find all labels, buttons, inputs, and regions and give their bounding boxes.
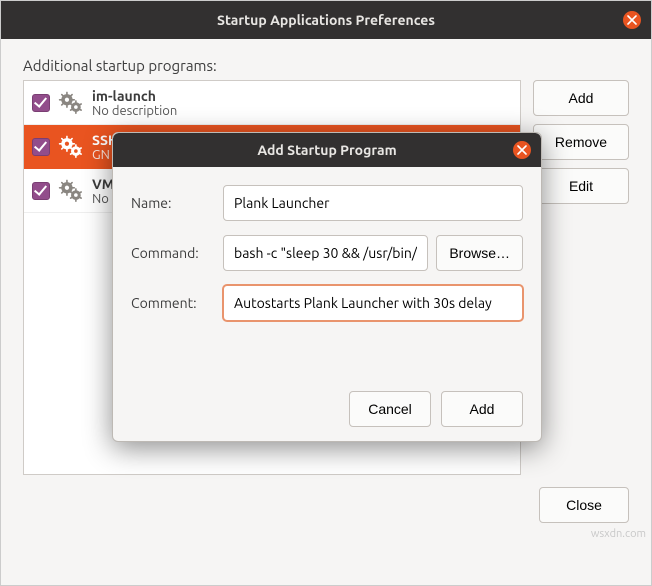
command-label: Command: [131, 245, 215, 261]
item-title: im-launch [92, 88, 177, 104]
remove-button[interactable]: Remove [533, 124, 629, 160]
gears-icon [58, 90, 84, 116]
side-buttons: Add Remove Edit [533, 80, 629, 475]
add-dialog: Add Startup Program Name: Command: Brows… [112, 132, 542, 442]
checkbox[interactable] [32, 182, 50, 200]
dialog-title: Add Startup Program [257, 142, 396, 158]
name-label: Name: [131, 195, 215, 211]
cancel-button[interactable]: Cancel [349, 391, 431, 427]
command-field[interactable] [223, 235, 428, 271]
section-label: Additional startup programs: [23, 57, 629, 74]
main-titlebar: Startup Applications Preferences [1, 1, 651, 39]
dialog-titlebar: Add Startup Program [113, 133, 541, 167]
name-field[interactable] [223, 185, 523, 221]
main-title: Startup Applications Preferences [217, 12, 435, 28]
dialog-body: Name: Command: Browse… Comment: Cancel A… [113, 167, 541, 441]
item-desc: No [92, 192, 114, 206]
gears-icon [58, 178, 84, 204]
item-title: VM [92, 176, 114, 192]
close-icon[interactable] [513, 141, 531, 159]
gears-icon [58, 134, 84, 160]
list-item[interactable]: im-launch No description [24, 81, 520, 125]
comment-label: Comment: [131, 295, 215, 311]
item-desc: No description [92, 104, 177, 118]
dialog-add-button[interactable]: Add [441, 391, 523, 427]
close-icon[interactable] [623, 11, 641, 29]
comment-field[interactable] [223, 285, 523, 321]
close-button[interactable]: Close [539, 487, 629, 523]
add-button[interactable]: Add [533, 80, 629, 116]
item-text: im-launch No description [92, 88, 177, 118]
edit-button[interactable]: Edit [533, 168, 629, 204]
browse-button[interactable]: Browse… [436, 235, 523, 271]
item-text: VM No [92, 176, 114, 206]
checkbox[interactable] [32, 138, 50, 156]
checkbox[interactable] [32, 94, 50, 112]
